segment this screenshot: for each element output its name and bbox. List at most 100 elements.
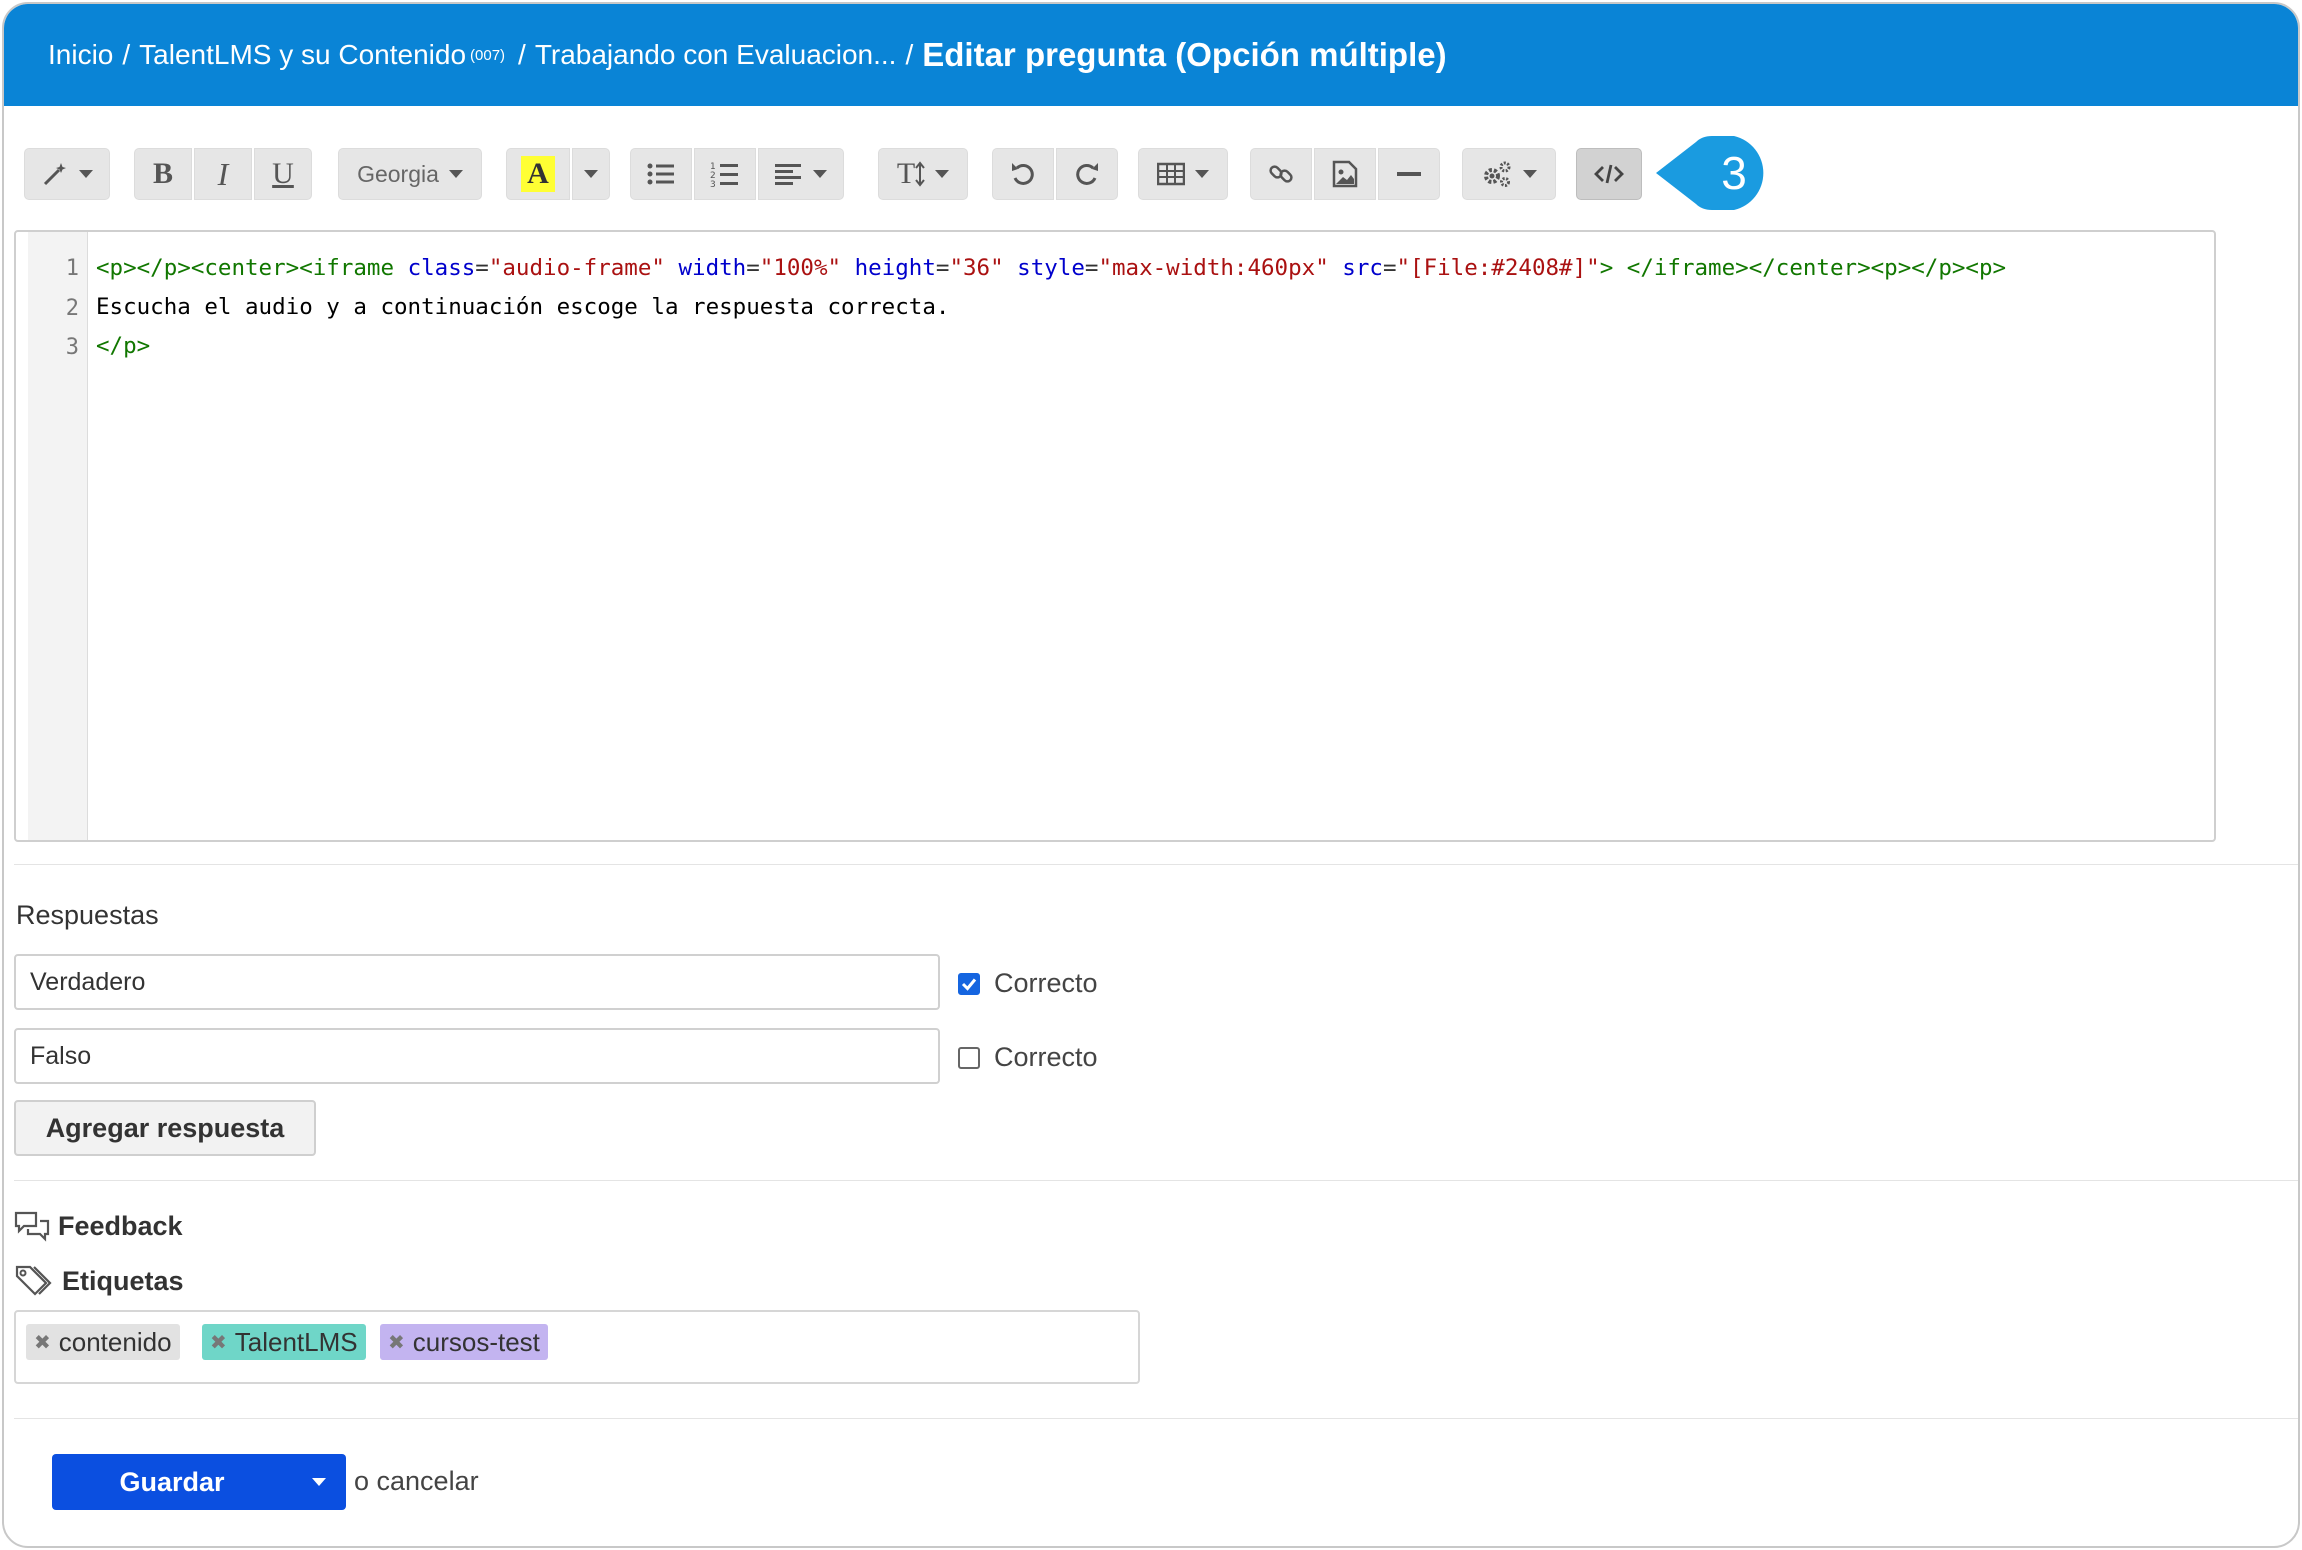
remove-tag-icon[interactable]: ✖ [388,1330,405,1355]
feedback-toggle[interactable]: Feedback [14,1210,183,1242]
tag-chip: ✖ TalentLMS [202,1324,366,1360]
tag-chip-label: cursos-test [412,1326,540,1357]
tags-input[interactable]: ✖ contenido ✖ TalentLMS ✖ cursos-test [14,1310,1140,1384]
answer-input[interactable]: Falso [14,1028,940,1084]
line-number: 3 [65,335,79,360]
comments-icon [14,1210,50,1242]
redo-icon [1073,160,1101,188]
step-callout: 3 [1656,132,1774,214]
undo-icon [1009,160,1037,188]
app-window: Inicio / TalentLMS y su Contenido (007) … [2,2,2300,1548]
align-left-icon [775,162,803,186]
correct-checkbox[interactable] [958,1046,980,1069]
chevron-down-icon [1195,170,1209,178]
chevron-down-icon [935,170,950,178]
numbered-list-icon: 123 [710,160,740,188]
answer-correct-toggle[interactable]: Correcto [958,1042,1098,1073]
save-button[interactable]: Guardar [52,1454,346,1510]
checkmark-icon [961,978,977,991]
insert-link-button[interactable] [1250,148,1312,200]
tag-chip-label: TalentLMS [234,1326,358,1357]
insert-image-button[interactable] [1314,148,1376,200]
chevron-down-icon [79,170,93,178]
chevron-down-icon [1523,170,1537,178]
line-number: 2 [65,296,79,321]
tags-heading: Etiquetas [14,1264,184,1298]
line-number: 1 [65,256,79,281]
answer-input[interactable]: Verdadero [14,954,940,1010]
code-view-button[interactable] [1576,148,1642,200]
svg-text:3: 3 [710,180,716,188]
gears-icon [1481,160,1513,188]
italic-button[interactable]: I [194,148,252,200]
undo-button[interactable] [992,148,1054,200]
horizontal-rule-button[interactable] [1378,148,1440,200]
highlight-color-dropdown[interactable] [572,148,610,200]
style-dropdown-button[interactable] [24,148,110,200]
text-size-icon: T [897,157,925,191]
remove-tag-icon[interactable]: ✖ [34,1330,51,1355]
redo-button[interactable] [1056,148,1118,200]
add-answer-button[interactable]: Agregar respuesta [14,1100,316,1156]
underline-button[interactable]: U [254,148,312,200]
breadcrumb-separator: / [518,39,526,70]
correct-label: Correcto [994,1042,1098,1072]
breadcrumb: Inicio / TalentLMS y su Contenido (007) … [4,4,2298,106]
divider [14,1180,2298,1181]
font-family-dropdown[interactable]: Georgia [338,148,482,200]
page-title: Editar pregunta (Opción múltiple) [922,36,1447,73]
unordered-list-button[interactable] [630,148,692,200]
bold-button[interactable]: B [134,148,192,200]
answer-input-value: Falso [30,1041,92,1070]
feedback-label: Feedback [58,1210,183,1241]
tag-chip-label: contenido [58,1326,172,1357]
code-line-2: Escucha el audio y a continuación escoge… [96,294,950,320]
correct-checkbox[interactable] [958,972,980,995]
breadcrumb-home[interactable]: Inicio [48,39,113,71]
tag-chip: ✖ contenido [26,1324,180,1360]
tag-chip: ✖ cursos-test [380,1324,548,1360]
chevron-down-icon [312,1478,326,1486]
horizontal-rule-icon [1397,170,1421,178]
magic-wand-icon [41,160,69,188]
highlight-color-button[interactable]: A [506,148,570,200]
line-number-gutter: 1 2 3 [28,232,88,840]
breadcrumb-course[interactable]: TalentLMS y su Contenido [139,39,466,71]
chevron-down-icon [813,170,827,178]
save-options-dropdown[interactable] [292,1454,346,1510]
code-line-3: </p> [96,333,151,359]
cancel-link[interactable]: o cancelar [354,1466,479,1497]
breadcrumb-course-code: (007) [470,46,506,64]
answer-input-value: Verdadero [30,967,146,996]
bullet-list-icon [646,161,676,187]
save-button-label: Guardar [119,1466,225,1497]
image-icon [1332,160,1358,188]
breadcrumb-unit[interactable]: Trabajando con Evaluacion... [535,39,897,71]
editor-toolbar: B I U Georgia A 123 T [24,148,1784,200]
ordered-list-button[interactable]: 123 [694,148,756,200]
settings-dropdown[interactable] [1462,148,1556,200]
code-editor[interactable]: 1 2 3 <p></p><center><iframe class="audi… [14,230,2216,842]
divider [14,1418,2298,1419]
tags-icon [14,1264,54,1298]
divider [14,864,2298,865]
breadcrumb-separator: / [122,39,131,70]
table-dropdown[interactable] [1138,148,1228,200]
code-line-1: <p></p><center><iframe class="audio-fram… [96,255,2007,281]
breadcrumb-separator: / [905,39,914,70]
highlight-icon: A [521,156,555,192]
align-dropdown[interactable] [758,148,844,200]
correct-label: Correcto [994,968,1098,998]
font-family-label: Georgia [357,160,439,187]
chevron-down-icon [584,170,598,178]
answer-correct-toggle[interactable]: Correcto [958,968,1098,999]
code-icon [1594,162,1624,186]
text-size-dropdown[interactable]: T [878,148,968,200]
underline-icon: U [272,157,294,190]
bold-icon: B [152,157,173,190]
link-icon [1267,160,1295,188]
chevron-down-icon [448,170,463,178]
remove-tag-icon[interactable]: ✖ [210,1330,227,1355]
tags-label: Etiquetas [62,1265,184,1296]
italic-icon: I [217,155,229,192]
